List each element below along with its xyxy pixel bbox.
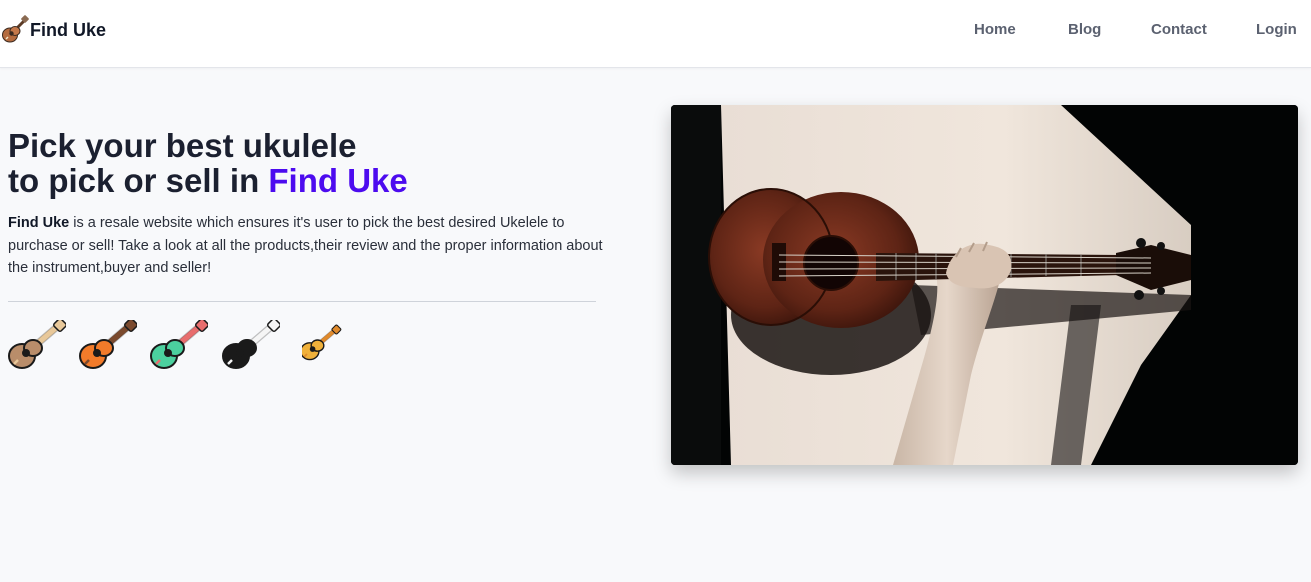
yellow-ukulele-icon — [302, 324, 342, 361]
hero-title-line1: Pick your best ukulele — [8, 127, 357, 164]
hero-title-line2: to pick or sell in — [8, 162, 269, 199]
description-text: is a resale website which ensures it's u… — [8, 215, 603, 276]
nav-link-contact[interactable]: Contact — [1151, 20, 1207, 40]
nav-link-blog[interactable]: Blog — [1068, 20, 1101, 40]
nav-link-login[interactable]: Login — [1256, 20, 1297, 40]
hero-description: Find Uke is a resale website which ensur… — [8, 212, 608, 280]
description-brand: Find Uke — [8, 215, 70, 231]
orange-ukulele-icon — [79, 320, 137, 369]
brown-ukulele-icon — [8, 320, 66, 369]
nav-link-home[interactable]: Home — [974, 20, 1016, 40]
hero-title: Pick your best ukulele to pick or sell i… — [8, 128, 628, 198]
nav-links: Home Blog Contact Login — [0, 0, 1311, 68]
navbar: Find Uke Home Blog Contact Login — [0, 0, 1311, 68]
green-ukulele-icon — [150, 320, 208, 369]
hand-holding-ukulele-photo — [671, 105, 1298, 465]
black-ukulele-icon — [222, 320, 280, 369]
divider — [8, 301, 596, 302]
photo-illustration — [671, 105, 1298, 465]
hero-title-accent: Find Uke — [268, 162, 408, 199]
